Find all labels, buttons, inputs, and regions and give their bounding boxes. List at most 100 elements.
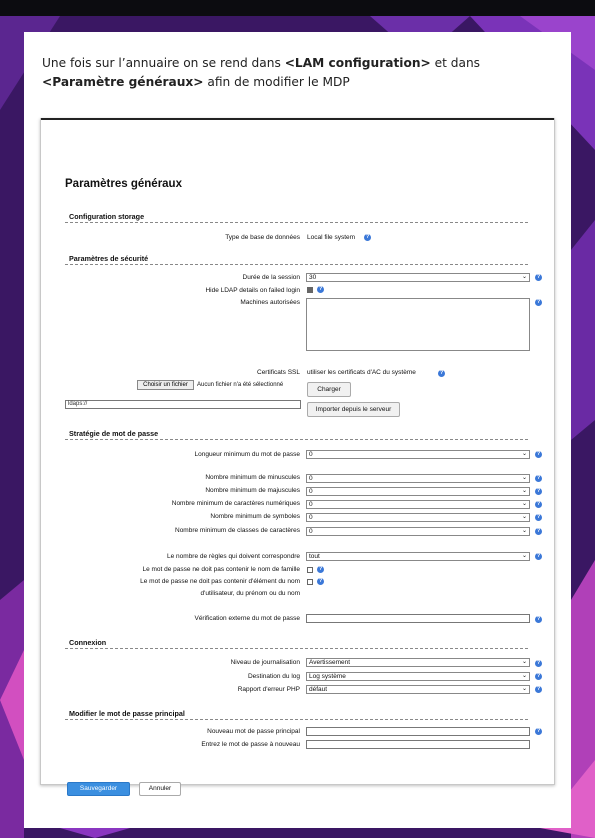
help-icon[interactable]: ? — [535, 299, 542, 306]
chevron-down-icon: ⌄ — [521, 501, 527, 507]
section-divider — [65, 264, 528, 265]
policy-row-value: 0 — [309, 475, 313, 482]
intro-lam-configuration: <LAM configuration> — [284, 56, 431, 70]
log-destination-value: Log système — [309, 673, 346, 680]
allowed-hosts-label: Machines autorisées — [240, 299, 300, 306]
help-icon[interactable]: ? — [317, 286, 324, 293]
db-type-value: Local file system — [307, 234, 356, 241]
help-icon[interactable]: ? — [317, 578, 324, 585]
save-button[interactable]: Sauvegarder — [67, 782, 130, 796]
import-from-server-button[interactable]: Importer depuis le serveur — [307, 402, 400, 417]
policy-row-select[interactable]: 0 ⌄ — [306, 527, 530, 536]
hide-ldap-checkbox[interactable] — [307, 287, 313, 293]
log-destination-select[interactable]: Log système ⌄ — [306, 672, 530, 681]
ldaps-server-input[interactable]: ldaps:// — [65, 400, 301, 409]
chevron-down-icon: ⌄ — [521, 673, 527, 679]
file-status-text: Aucun fichier n'a été sélectionné — [197, 382, 284, 388]
help-icon[interactable]: ? — [535, 488, 542, 495]
no-user-parts-label-cont: d'utilisateur, du prénom ou du nom — [200, 590, 300, 597]
no-lastname-checkbox[interactable] — [307, 567, 313, 573]
repeat-master-password-label: Entrez le mot de passe à nouveau — [201, 741, 300, 748]
help-icon[interactable]: ? — [535, 274, 542, 281]
upload-button[interactable]: Charger — [307, 382, 351, 397]
log-level-select[interactable]: Avertissement ⌄ — [306, 658, 530, 667]
policy-row-label: Nombre minimum de majuscules — [205, 487, 300, 494]
no-lastname-label: Le mot de passe ne doit pas contenir le … — [142, 566, 300, 573]
help-icon[interactable]: ? — [535, 673, 542, 680]
external-check-label: Vérification externe du mot de passe — [194, 615, 300, 622]
section-divider — [65, 222, 528, 223]
section-master-password: Modifier le mot de passe principal — [69, 709, 185, 718]
intro-part: afin de modifier le MDP — [203, 75, 350, 89]
policy-row-select[interactable]: 0 ⌄ — [306, 513, 530, 522]
chevron-down-icon: ⌄ — [521, 553, 527, 559]
section-security: Paramètres de sécurité — [69, 254, 149, 263]
help-icon[interactable]: ? — [535, 501, 542, 508]
repeat-master-password-input[interactable] — [306, 740, 530, 749]
section-divider — [65, 719, 528, 720]
php-error-value: défaut — [309, 686, 328, 693]
intro-parametres-generaux: <Paramètre généraux> — [42, 75, 204, 89]
help-icon[interactable]: ? — [535, 686, 542, 693]
section-divider — [65, 439, 528, 440]
intro-part: Une fois sur l’annuaire on se rend dans — [42, 56, 285, 70]
help-icon[interactable]: ? — [535, 475, 542, 482]
php-error-select[interactable]: défaut ⌄ — [306, 685, 530, 694]
policy-row-value: 0 — [309, 501, 313, 508]
page-title: Paramètres généraux — [65, 178, 182, 190]
choose-file-button[interactable]: Choisir un fichier — [137, 380, 194, 390]
intro-part: et dans — [430, 56, 481, 70]
chevron-down-icon: ⌄ — [521, 514, 527, 520]
no-user-parts-label: Le mot de passe ne doit pas contenir d'é… — [140, 578, 300, 585]
new-master-password-input[interactable] — [306, 727, 530, 736]
lam-settings-screenshot: Paramètres généraux Configuration storag… — [40, 118, 555, 796]
help-icon[interactable]: ? — [364, 234, 371, 241]
policy-row-value: 0 — [309, 528, 313, 535]
new-master-password-label: Nouveau mot de passe principal — [207, 728, 300, 735]
php-error-label: Rapport d'erreur PHP — [237, 686, 300, 693]
help-icon[interactable]: ? — [535, 528, 542, 535]
db-type-label: Type de base de données — [225, 234, 300, 241]
help-icon[interactable]: ? — [535, 451, 542, 458]
ssl-certificates-value: utiliser les certificats d'AC du système — [307, 369, 416, 376]
chevron-down-icon: ⌄ — [521, 451, 527, 457]
external-check-input[interactable] — [306, 614, 530, 623]
min-length-label: Longueur minimum du mot de passe — [194, 451, 300, 458]
intro-text: Une fois sur l’annuaire on se rend dans … — [42, 54, 552, 92]
policy-row-select[interactable]: 0 ⌄ — [306, 500, 530, 509]
allowed-hosts-textarea[interactable] — [306, 298, 530, 351]
help-icon[interactable]: ? — [535, 660, 542, 667]
cancel-button[interactable]: Annuler — [139, 782, 181, 796]
rules-match-value: tout — [309, 553, 320, 560]
help-icon[interactable]: ? — [438, 370, 445, 377]
ssl-certificates-label: Certificats SSL — [257, 369, 300, 376]
chevron-down-icon: ⌄ — [521, 475, 527, 481]
log-level-value: Avertissement — [309, 659, 351, 666]
chevron-down-icon: ⌄ — [521, 488, 527, 494]
no-user-parts-checkbox[interactable] — [307, 579, 313, 585]
min-length-value: 0 — [309, 451, 313, 458]
content-card: Une fois sur l’annuaire on se rend dans … — [24, 32, 571, 828]
chevron-down-icon: ⌄ — [521, 528, 527, 534]
min-length-select[interactable]: 0 ⌄ — [306, 450, 530, 459]
chevron-down-icon: ⌄ — [521, 686, 527, 692]
chevron-down-icon: ⌄ — [521, 659, 527, 665]
policy-row-label: Nombre minimum de minuscules — [205, 474, 300, 481]
help-icon[interactable]: ? — [535, 553, 542, 560]
session-duration-label: Durée de la session — [242, 274, 300, 281]
rules-match-select[interactable]: tout ⌄ — [306, 552, 530, 561]
session-duration-select[interactable]: 30 ⌄ — [306, 273, 530, 282]
policy-row-select[interactable]: 0 ⌄ — [306, 474, 530, 483]
section-divider — [65, 648, 528, 649]
chevron-down-icon: ⌄ — [521, 274, 527, 280]
log-destination-label: Destination du log — [247, 673, 300, 680]
policy-row-select[interactable]: 0 ⌄ — [306, 487, 530, 496]
help-icon[interactable]: ? — [535, 728, 542, 735]
log-level-label: Niveau de journalisation — [230, 659, 300, 666]
policy-row-label: Nombre minimum de symboles — [210, 513, 300, 520]
session-duration-value: 30 — [309, 274, 317, 281]
help-icon[interactable]: ? — [535, 616, 542, 623]
hide-ldap-label: Hide LDAP details on failed login — [205, 287, 300, 294]
help-icon[interactable]: ? — [317, 566, 324, 573]
help-icon[interactable]: ? — [535, 514, 542, 521]
